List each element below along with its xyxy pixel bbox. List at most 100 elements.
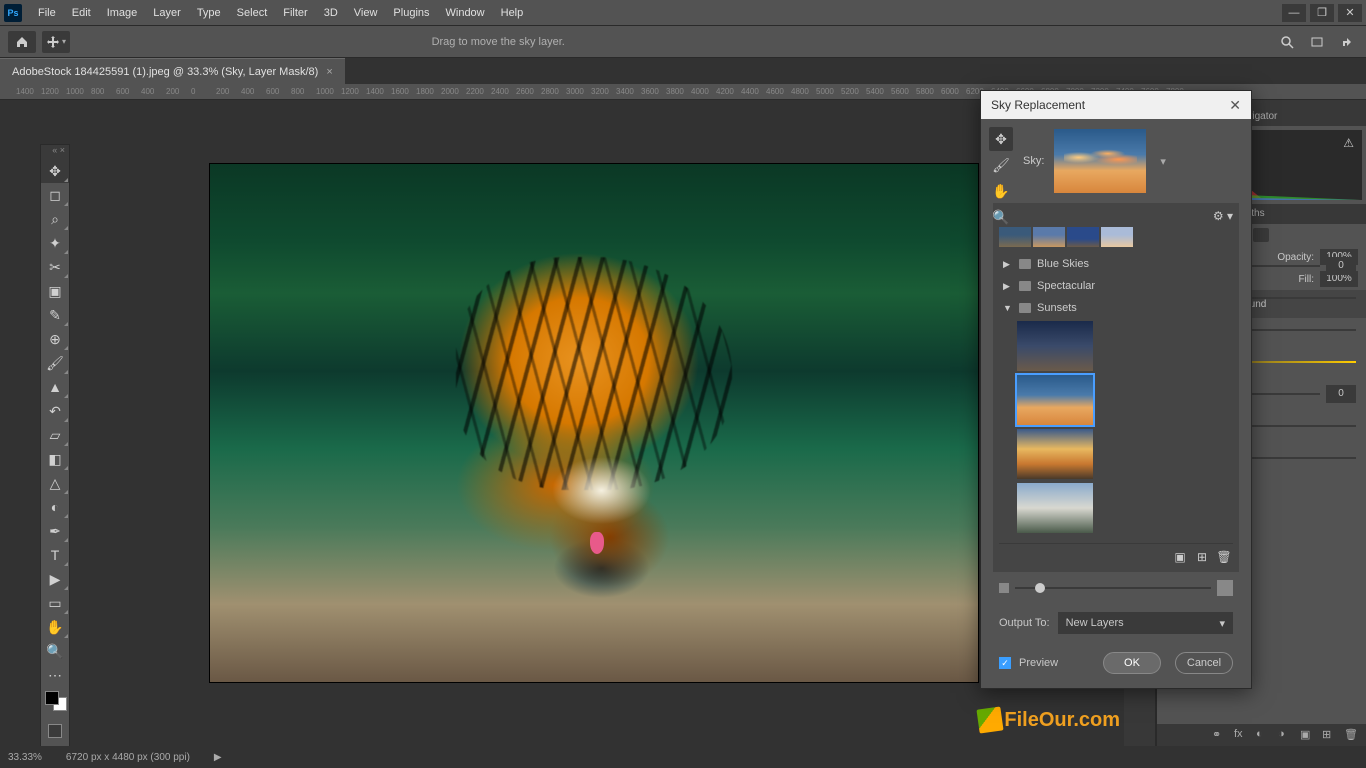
folder-blue-skies[interactable]: ▶ Blue Skies (999, 253, 1233, 275)
home-button[interactable] (8, 31, 36, 53)
menu-3d[interactable]: 3D (316, 3, 346, 23)
move-tool[interactable]: ✥ (41, 159, 69, 183)
group-icon[interactable]: ▣ (1300, 728, 1314, 742)
dialog-title: Sky Replacement (991, 98, 1085, 112)
lasso-tool[interactable]: ⌕ (41, 207, 69, 231)
menu-type[interactable]: Type (189, 3, 229, 23)
healing-tool[interactable]: ⊕ (41, 327, 69, 351)
document-dimensions[interactable]: 6720 px x 4480 px (300 ppi) (66, 752, 190, 763)
menu-image[interactable]: Image (99, 3, 146, 23)
history-brush-tool[interactable]: ↶ (41, 399, 69, 423)
type-tool[interactable]: T (41, 543, 69, 567)
menu-window[interactable]: Window (438, 3, 493, 23)
edit-toolbar[interactable]: ⋯ (41, 663, 69, 687)
sky-brush-tool[interactable]: 🖌 (989, 153, 1013, 177)
output-select[interactable]: New Layers ▾ (1058, 612, 1233, 634)
marquee-tool[interactable]: ◻ (41, 183, 69, 207)
ruler-tick: 1400 (366, 87, 391, 96)
gradient-tool[interactable]: ◧ (41, 447, 69, 471)
folder-label: Spectacular (1037, 280, 1095, 292)
folder-icon (1019, 281, 1031, 291)
sky-thumbnail[interactable] (1017, 483, 1093, 533)
menu-edit[interactable]: Edit (64, 3, 99, 23)
sky-thumbnail-selected[interactable] (1017, 375, 1093, 425)
dodge-tool[interactable]: ◐ (41, 495, 69, 519)
import-icon[interactable]: ▣ (1173, 550, 1187, 564)
eraser-tool[interactable]: ▱ (41, 423, 69, 447)
stamp-tool[interactable]: ▲ (41, 375, 69, 399)
document-tab[interactable]: AdobeStock 184425591 (1).jpeg @ 33.3% (S… (0, 58, 345, 84)
slider-value[interactable]: 0 (1326, 385, 1356, 403)
sky-preview-thumbnail[interactable] (1054, 129, 1146, 193)
cancel-button[interactable]: Cancel (1175, 652, 1233, 674)
menu-file[interactable]: File (30, 3, 64, 23)
toolbox-header[interactable]: « × (41, 145, 69, 159)
search-icon[interactable] (1276, 31, 1298, 53)
recent-sky-thumb[interactable] (1101, 227, 1133, 247)
delete-icon[interactable]: 🗑 (1344, 728, 1358, 742)
menu-filter[interactable]: Filter (275, 3, 315, 23)
sky-thumbnail[interactable] (1017, 321, 1093, 371)
brush-tool[interactable]: 🖌 (41, 351, 69, 375)
menu-help[interactable]: Help (493, 3, 532, 23)
menu-view[interactable]: View (346, 3, 386, 23)
recent-sky-thumb[interactable] (1033, 227, 1065, 247)
fx-icon[interactable]: fx (1234, 728, 1248, 742)
recent-sky-thumb[interactable] (1067, 227, 1099, 247)
quick-select-tool[interactable]: ✦ (41, 231, 69, 255)
slider-value[interactable]: 0 (1326, 257, 1356, 275)
path-select-tool[interactable]: ▶ (41, 567, 69, 591)
new-layer-icon[interactable]: ⊞ (1322, 728, 1336, 742)
move-icon (46, 35, 60, 49)
close-button[interactable]: ✕ (1338, 4, 1362, 22)
minimize-button[interactable]: — (1282, 4, 1306, 22)
dialog-close-button[interactable]: ✕ (1229, 97, 1241, 114)
document-tab-close[interactable]: × (326, 66, 332, 78)
color-swatches[interactable] (41, 687, 69, 715)
sky-hand-tool[interactable]: ✋ (989, 179, 1013, 203)
document-tab-label: AdobeStock 184425591 (1).jpeg @ 33.3% (S… (12, 66, 318, 78)
canvas-image[interactable] (209, 163, 979, 683)
eyedropper-tool[interactable]: ✎ (41, 303, 69, 327)
chevron-right-icon[interactable]: ▶ (214, 752, 222, 763)
sky-thumbnail[interactable] (1017, 429, 1093, 479)
restore-button[interactable]: ❐ (1310, 4, 1334, 22)
delete-preset-icon[interactable]: 🗑 (1217, 550, 1231, 564)
crop-tool[interactable]: ✂ (41, 255, 69, 279)
preview-checkbox[interactable]: ✓ (999, 657, 1011, 669)
sky-move-tool[interactable]: ✥ (989, 127, 1013, 151)
chevron-down-icon: ▼ (1003, 303, 1013, 313)
folder-spectacular[interactable]: ▶ Spectacular (999, 275, 1233, 297)
hand-tool[interactable]: ✋ (41, 615, 69, 639)
menu-layer[interactable]: Layer (145, 3, 189, 23)
share-icon[interactable] (1336, 31, 1358, 53)
size-slider-track[interactable] (1015, 587, 1211, 589)
zoom-tool[interactable]: 🔍 (41, 639, 69, 663)
screen-mode-icon[interactable] (1306, 31, 1328, 53)
size-slider-knob[interactable] (1035, 583, 1045, 593)
ruler-tick: 2400 (491, 87, 516, 96)
gear-icon[interactable]: ⚙ ▾ (1213, 209, 1233, 223)
dialog-titlebar[interactable]: Sky Replacement ✕ (981, 91, 1251, 119)
folder-sunsets[interactable]: ▼ Sunsets (999, 297, 1233, 319)
menu-plugins[interactable]: Plugins (385, 3, 437, 23)
menu-select[interactable]: Select (229, 3, 276, 23)
frame-tool[interactable]: ▣ (41, 279, 69, 303)
new-preset-icon[interactable]: ⊞ (1195, 550, 1209, 564)
filter-smart-icon[interactable] (1253, 228, 1269, 242)
shape-tool[interactable]: ▭ (41, 591, 69, 615)
output-value: New Layers (1066, 617, 1124, 629)
image-content (548, 454, 656, 527)
ok-button[interactable]: OK (1103, 652, 1161, 674)
blur-tool[interactable]: △ (41, 471, 69, 495)
quick-mask-toggle[interactable] (41, 721, 69, 741)
zoom-level[interactable]: 33.33% (8, 752, 42, 763)
sky-zoom-tool[interactable]: 🔍 (989, 205, 1013, 229)
mask-icon[interactable]: ◐ (1256, 728, 1270, 742)
chevron-down-icon[interactable]: ▾ (1160, 155, 1166, 168)
adjustment-layer-icon[interactable]: ◑ (1278, 728, 1292, 742)
link-layers-icon[interactable]: ⚭ (1212, 728, 1226, 742)
pen-tool[interactable]: ✒ (41, 519, 69, 543)
move-tool-indicator[interactable]: ▾ (42, 31, 70, 53)
foreground-color[interactable] (45, 691, 59, 705)
